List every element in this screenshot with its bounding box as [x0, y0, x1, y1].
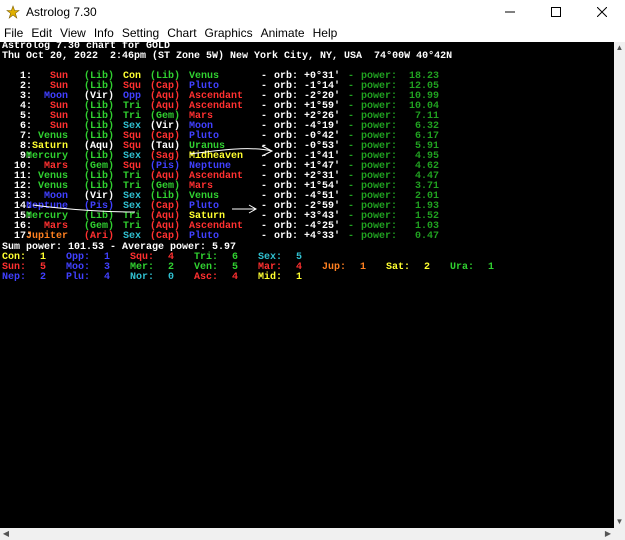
annotation-arrowhead-saturn	[248, 204, 258, 214]
planet-2: Pluto	[189, 231, 220, 242]
count-label: Mid:	[258, 272, 283, 283]
count-value: 0	[168, 272, 175, 283]
title-bar[interactable]: Astrolog 7.30	[0, 0, 625, 24]
count-value: 1	[296, 272, 303, 283]
count-label: Nor:	[130, 272, 155, 283]
count-value: 4	[104, 272, 111, 283]
menu-setting[interactable]: Setting	[118, 24, 163, 42]
astrolog-app-icon	[6, 5, 20, 19]
window-title: Astrolog 7.30	[26, 5, 97, 19]
count-value: 1	[488, 262, 495, 273]
menu-edit[interactable]: Edit	[27, 24, 56, 42]
minimize-button[interactable]	[487, 0, 533, 24]
count-label: Asc:	[194, 272, 219, 283]
sign-2: (Cap)	[150, 231, 181, 242]
dash-separator: -	[261, 231, 268, 242]
scroll-down-icon[interactable]: ▼	[614, 516, 625, 528]
count-value: 1	[360, 262, 367, 273]
menu-file[interactable]: File	[0, 24, 27, 42]
menu-view[interactable]: View	[56, 24, 90, 42]
count-label: Plu:	[66, 272, 91, 283]
power-value: 0.47	[414, 231, 439, 242]
menu-help[interactable]: Help	[309, 24, 342, 42]
menu-graphics[interactable]: Graphics	[201, 24, 257, 42]
planet-1: Jupiter	[26, 231, 69, 242]
power-label: power:	[361, 231, 398, 242]
dash-separator: -	[348, 231, 355, 242]
count-label: Nep:	[2, 272, 27, 283]
count-label: Ura:	[450, 262, 475, 273]
count-label: Sat:	[386, 262, 411, 273]
menu-animate[interactable]: Animate	[257, 24, 309, 42]
scroll-up-icon[interactable]: ▲	[614, 42, 625, 54]
orb-label: orb:	[274, 231, 299, 242]
count-label: Jup:	[322, 262, 347, 273]
menu-bar: File Edit View Info Setting Chart Graphi…	[0, 24, 625, 42]
menu-info[interactable]: Info	[90, 24, 118, 42]
close-icon	[597, 7, 607, 17]
count-value: 2	[424, 262, 431, 273]
maximize-icon	[551, 7, 561, 17]
menu-chart[interactable]: Chart	[163, 24, 200, 42]
maximize-button[interactable]	[533, 0, 579, 24]
chart-text-area: Astrolog 7.30 chart for GOLD Thu Oct 20,…	[0, 42, 614, 528]
horizontal-scrollbar[interactable]: ◀ ▶	[0, 528, 625, 540]
aspect-type: Sex	[123, 231, 142, 242]
orb-value: +4°33'	[304, 231, 341, 242]
sign-1: (Ari)	[84, 231, 115, 242]
scroll-right-icon[interactable]: ▶	[602, 528, 614, 540]
scroll-left-icon[interactable]: ◀	[0, 528, 12, 540]
close-button[interactable]	[579, 0, 625, 24]
minimize-icon	[505, 11, 515, 13]
vertical-scrollbar[interactable]: ▲ ▼	[614, 42, 625, 528]
chart-header-details: Thu Oct 20, 2022 2:46pm (ST Zone 5W) New…	[2, 51, 453, 62]
count-value: 2	[40, 272, 47, 283]
count-value: 4	[232, 272, 239, 283]
